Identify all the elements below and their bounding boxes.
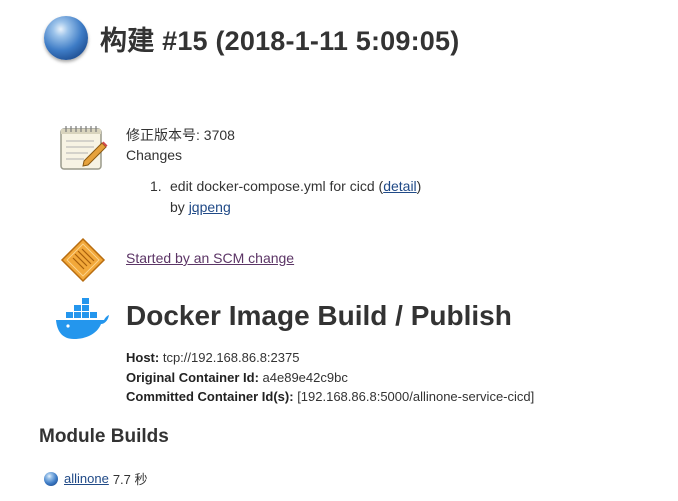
change-author-line: by jqpeng xyxy=(150,197,421,218)
list-item: allinone 7.7 秒 xyxy=(44,469,148,488)
scm-change-link[interactable]: Started by an SCM change xyxy=(126,250,294,266)
module-status-icon xyxy=(44,471,58,486)
revision-line: 修正版本号: 3708 xyxy=(126,127,235,143)
change-message: edit docker-compose.yml for cicd xyxy=(170,178,375,194)
revision-info: 修正版本号: 3708 Changes xyxy=(126,125,235,165)
docker-title: Docker Image Build / Publish xyxy=(126,300,512,331)
docker-properties: Host: tcp://192.168.86.8:2375 Original C… xyxy=(126,348,534,407)
host-line: Host: tcp://192.168.86.8:2375 xyxy=(126,348,534,368)
committed-container-value: [192.168.86.8:5000/allinone-service-cicd… xyxy=(297,389,535,404)
docker-whale-icon xyxy=(56,298,109,339)
by-label: by xyxy=(170,199,185,215)
module-duration: 7.7 秒 xyxy=(112,472,148,487)
revision-label: 修正版本号 xyxy=(126,127,196,143)
original-container-label: Original Container Id: xyxy=(126,369,259,385)
committed-container-line: Committed Container Id(s): [192.168.86.8… xyxy=(126,387,534,407)
change-number: 1. xyxy=(150,178,162,194)
changes-heading: Changes xyxy=(126,147,183,163)
author-link[interactable]: jqpeng xyxy=(189,199,231,215)
committed-container-label: Committed Container Id(s): xyxy=(126,389,294,404)
build-status-icon xyxy=(44,16,88,60)
build-header: 构建 #15 (2018-1-11 5:09:05) xyxy=(44,16,459,60)
list-item: 1. edit docker-compose.yml for cicd (deta… xyxy=(150,176,421,218)
page-title: 构建 #15 (2018-1-11 5:09:05) xyxy=(100,25,460,56)
module-link[interactable]: allinone xyxy=(64,471,109,486)
revision-number: 3708 xyxy=(203,127,235,143)
original-container-line: Original Container Id: a4e89e42c9bc xyxy=(126,368,534,388)
change-list: 1. edit docker-compose.yml for cicd (deta… xyxy=(150,176,421,218)
host-label: Host: xyxy=(126,350,160,365)
scm-change-icon xyxy=(60,237,106,283)
module-builds-heading: Module Builds xyxy=(39,426,169,447)
notepad-icon xyxy=(60,126,108,170)
change-detail-link[interactable]: detail xyxy=(383,178,416,194)
original-container-value: a4e89e42c9bc xyxy=(262,369,348,385)
host-value: tcp://192.168.86.8:2375 xyxy=(162,350,300,365)
